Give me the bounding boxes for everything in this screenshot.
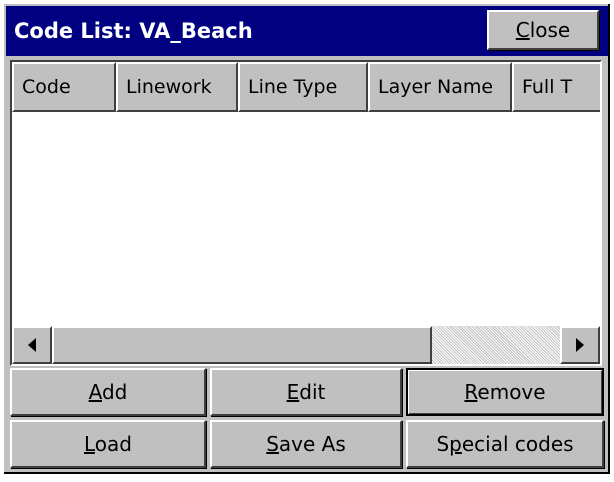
load-button[interactable]: Load — [10, 420, 206, 468]
save-as-button[interactable]: Save As — [210, 420, 402, 468]
scroll-right-button[interactable] — [560, 326, 600, 364]
arrow-left-icon — [28, 338, 36, 352]
window-title: Code List: VA_Beach — [14, 19, 253, 43]
close-button-label: Close — [515, 18, 571, 42]
remove-button-label: Remove — [464, 380, 546, 404]
scrollbar-thumb[interactable] — [52, 326, 432, 364]
scroll-left-button[interactable] — [12, 326, 52, 364]
column-header-linework[interactable]: Linework — [116, 62, 238, 112]
add-button[interactable]: Add — [10, 368, 206, 416]
special-codes-button[interactable]: Special codes — [406, 420, 604, 468]
horizontal-scrollbar[interactable] — [12, 326, 600, 364]
edit-button-label: Edit — [286, 380, 326, 404]
list-body[interactable] — [12, 112, 600, 322]
save-as-button-label: Save As — [266, 432, 346, 456]
load-button-label: Load — [84, 432, 132, 456]
close-button[interactable]: Close — [487, 10, 599, 50]
list-header: Code Linework Line Type Layer Name Full … — [12, 62, 600, 112]
column-header-full-text[interactable]: Full T — [512, 62, 600, 112]
remove-button[interactable]: Remove — [406, 368, 604, 416]
arrow-right-icon — [576, 338, 584, 352]
column-header-line-type[interactable]: Line Type — [238, 62, 368, 112]
column-header-layer-name[interactable]: Layer Name — [368, 62, 512, 112]
column-header-code[interactable]: Code — [12, 62, 116, 112]
add-button-label: Add — [88, 380, 128, 404]
special-codes-button-label: Special codes — [436, 432, 574, 456]
code-list-view[interactable]: Code Linework Line Type Layer Name Full … — [10, 60, 602, 366]
edit-button[interactable]: Edit — [210, 368, 402, 416]
